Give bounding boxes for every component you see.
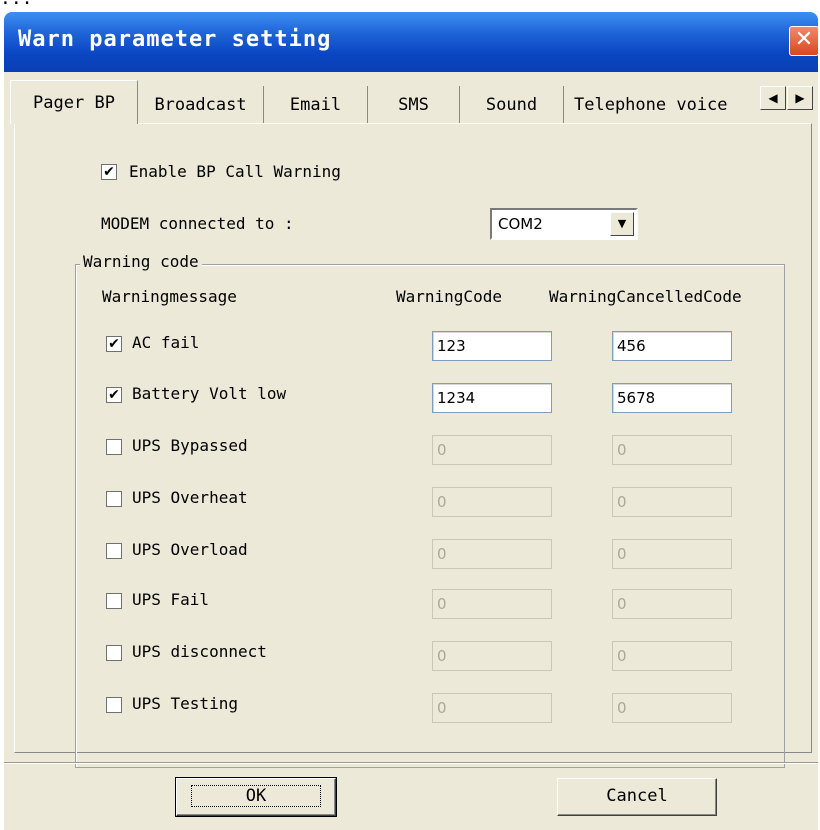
- warning-code-field: 0: [432, 693, 552, 723]
- tab-telephone-voice[interactable]: Telephone voice: [564, 86, 760, 124]
- tab-scroll-right-button[interactable]: ▶: [787, 86, 813, 110]
- check-icon: ✔: [108, 336, 120, 352]
- row-checkbox-ups-bypassed[interactable]: [106, 439, 122, 455]
- row-checkbox-ups-fail[interactable]: [106, 593, 122, 609]
- tab-panel-pager-bp: ✔ Enable BP Call Warning MODEM connected…: [14, 123, 812, 768]
- row-label: UPS Overheat: [132, 488, 248, 507]
- arrow-right-icon: ▶: [795, 91, 805, 105]
- warning-code-field: 0: [432, 487, 552, 517]
- modem-port-select[interactable]: COM2 ▼: [490, 208, 638, 240]
- tab-email[interactable]: Email: [264, 86, 368, 124]
- row-checkbox-ups-overheat[interactable]: [106, 491, 122, 507]
- title-bar[interactable]: Warn parameter setting ✕: [4, 12, 819, 72]
- enable-bp-call-label: Enable BP Call Warning: [129, 162, 341, 181]
- top-strip-cutoff-text: ...: [0, 0, 820, 10]
- row-label: UPS disconnect: [132, 642, 267, 661]
- tab-sound[interactable]: Sound: [460, 86, 564, 124]
- close-button[interactable]: ✕: [789, 26, 819, 56]
- row-checkbox-ups-testing[interactable]: [106, 697, 122, 713]
- cancelled-code-field: 0: [612, 589, 732, 619]
- row-checkbox-ups-overload[interactable]: [106, 543, 122, 559]
- warning-code-field[interactable]: 1234: [432, 383, 552, 413]
- warning-code-legend: Warning code: [80, 252, 202, 271]
- arrow-left-icon: ◀: [768, 91, 778, 105]
- cancelled-code-field: 0: [612, 487, 732, 517]
- tab-strip: Pager BP Broadcast Email SMS Sound Telep…: [4, 72, 818, 124]
- row-label: UPS Fail: [132, 590, 210, 609]
- warning-code-field: 0: [432, 589, 552, 619]
- row-label: UPS Overload: [132, 540, 248, 559]
- tab-scroll-left-button[interactable]: ◀: [760, 86, 786, 110]
- modem-label: MODEM connected to :: [101, 214, 294, 233]
- col-header-code: WarningCode: [396, 287, 502, 306]
- row-checkbox-ups-disconnect[interactable]: [106, 645, 122, 661]
- tab-sms[interactable]: SMS: [368, 86, 460, 124]
- row-label: UPS Testing: [132, 694, 238, 713]
- row-label: UPS Bypassed: [132, 436, 248, 455]
- close-icon: ✕: [794, 27, 814, 52]
- tab-broadcast[interactable]: Broadcast: [138, 86, 264, 124]
- check-icon: ✔: [103, 164, 115, 180]
- col-header-cancelled-code: WarningCancelledCode: [549, 287, 742, 306]
- chevron-down-icon[interactable]: ▼: [610, 212, 634, 236]
- row-checkbox-battery-volt-low[interactable]: ✔: [106, 387, 122, 403]
- cancelled-code-field: 0: [612, 435, 732, 465]
- row-checkbox-ac-fail[interactable]: ✔: [106, 336, 122, 352]
- tab-pager-bp[interactable]: Pager BP: [10, 80, 138, 124]
- check-icon: ✔: [108, 387, 120, 403]
- warning-code-group: Warning code Warningmessage WarningCode …: [75, 252, 785, 768]
- ok-button[interactable]: OK: [175, 777, 337, 817]
- cancelled-code-field: 0: [612, 641, 732, 671]
- tab-scroll-buttons: ◀ ▶: [760, 86, 814, 110]
- bottom-separator: [4, 762, 818, 764]
- cancelled-code-field[interactable]: 456: [612, 331, 732, 361]
- modem-port-value: COM2: [498, 215, 543, 233]
- enable-bp-call-checkbox[interactable]: ✔: [101, 164, 117, 180]
- warning-code-field[interactable]: 123: [432, 331, 552, 361]
- cancelled-code-field[interactable]: 5678: [612, 383, 732, 413]
- window-title: Warn parameter setting: [18, 27, 332, 52]
- ok-button-label: OK: [190, 785, 322, 807]
- warning-code-field: 0: [432, 435, 552, 465]
- row-label: Battery Volt low: [132, 384, 287, 403]
- warning-code-field: 0: [432, 641, 552, 671]
- row-label: AC fail: [132, 333, 200, 352]
- cancel-button[interactable]: Cancel: [557, 778, 717, 816]
- warning-code-field: 0: [432, 539, 552, 569]
- cancelled-code-field: 0: [612, 693, 732, 723]
- col-header-message: Warningmessage: [102, 287, 237, 306]
- cancelled-code-field: 0: [612, 539, 732, 569]
- dialog-body: Pager BP Broadcast Email SMS Sound Telep…: [4, 72, 818, 830]
